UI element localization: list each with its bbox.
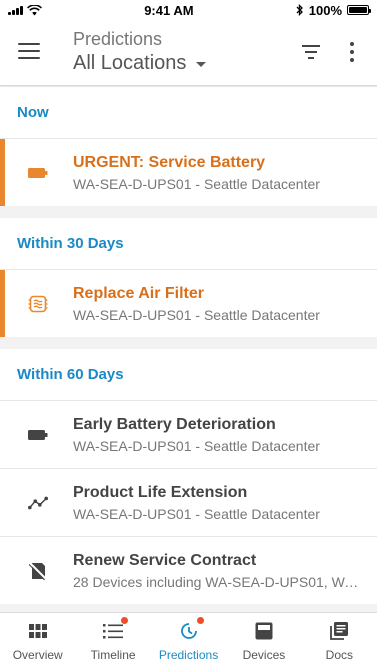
app-bar: Predictions All Locations bbox=[0, 20, 377, 86]
item-subtitle: WA-SEA-D-UPS01 - Seattle Datacenter bbox=[73, 307, 320, 323]
item-subtitle: 28 Devices including WA-SEA-D-UPS01, WA.… bbox=[73, 574, 365, 590]
tab-devices[interactable]: Devices bbox=[226, 613, 301, 669]
item-title: Renew Service Contract bbox=[73, 552, 257, 569]
section-title: Within 30 Days bbox=[17, 235, 124, 252]
bottom-tab-bar: Overview Timeline Predictions Devices Do… bbox=[0, 612, 377, 669]
list-item[interactable]: Product Life Extension WA-SEA-D-UPS01 - … bbox=[0, 468, 377, 536]
trend-line-icon bbox=[28, 493, 48, 513]
tab-label: Docs bbox=[325, 648, 353, 662]
battery-percent: 100% bbox=[308, 2, 342, 18]
item-title: Product Life Extension bbox=[73, 484, 248, 501]
page-title: Predictions bbox=[73, 29, 163, 49]
timeline-list-icon bbox=[102, 617, 129, 642]
predictions-clock-icon bbox=[178, 617, 204, 642]
battery-icon bbox=[28, 163, 48, 183]
status-right: 100% bbox=[296, 2, 371, 18]
status-time: 9:41 AM bbox=[144, 2, 194, 18]
bluetooth-icon bbox=[296, 4, 303, 16]
section-title: Now bbox=[17, 104, 49, 121]
section-gap bbox=[0, 337, 377, 349]
tab-label: Overview bbox=[12, 648, 63, 662]
tab-overview[interactable]: Overview bbox=[0, 613, 75, 669]
contract-off-icon bbox=[28, 561, 48, 581]
tab-timeline[interactable]: Timeline bbox=[75, 613, 150, 669]
section-gap bbox=[0, 206, 377, 218]
predictions-list[interactable]: Now URGENT: Service Battery WA-SEA-D-UPS… bbox=[0, 87, 377, 612]
section-now: Now URGENT: Service Battery WA-SEA-D-UPS… bbox=[0, 87, 377, 206]
item-subtitle: WA-SEA-D-UPS01 - Seattle Datacenter bbox=[73, 176, 320, 192]
signal-icon bbox=[8, 5, 23, 15]
grid-icon bbox=[27, 620, 49, 642]
battery-icon bbox=[28, 425, 48, 445]
location-label: All Locations bbox=[73, 52, 187, 74]
section-within-60-days: Within 60 Days Early Battery Deteriorati… bbox=[0, 349, 377, 604]
item-subtitle: WA-SEA-D-UPS01 - Seattle Datacenter bbox=[73, 438, 320, 454]
filter-icon[interactable] bbox=[301, 45, 321, 59]
list-item[interactable]: Replace Air Filter WA-SEA-D-UPS01 - Seat… bbox=[0, 269, 377, 337]
notification-badge bbox=[121, 617, 129, 624]
notification-badge bbox=[196, 617, 204, 624]
device-icon bbox=[253, 620, 275, 642]
item-subtitle: WA-SEA-D-UPS01 - Seattle Datacenter bbox=[73, 506, 320, 522]
tab-docs[interactable]: Docs bbox=[302, 613, 377, 669]
title-block: Predictions All Locations bbox=[73, 28, 207, 76]
urgency-accent bbox=[0, 139, 5, 206]
tab-label: Predictions bbox=[158, 648, 219, 662]
list-item[interactable]: Renew Service Contract 28 Devices includ… bbox=[0, 536, 377, 604]
urgency-accent bbox=[0, 270, 5, 337]
chevron-down-icon bbox=[196, 62, 207, 67]
location-dropdown[interactable]: All Locations bbox=[73, 50, 207, 76]
menu-icon[interactable] bbox=[18, 43, 40, 59]
status-bar: 9:41 AM 100% bbox=[0, 0, 377, 20]
section-title: Within 60 Days bbox=[17, 366, 124, 383]
docs-icon bbox=[328, 620, 350, 642]
list-item[interactable]: URGENT: Service Battery WA-SEA-D-UPS01 -… bbox=[0, 138, 377, 206]
item-title: Early Battery Deterioration bbox=[73, 416, 276, 433]
wifi-icon bbox=[27, 4, 42, 15]
tab-label: Timeline bbox=[90, 648, 136, 662]
battery-icon bbox=[347, 5, 371, 15]
list-item[interactable]: Early Battery Deterioration WA-SEA-D-UPS… bbox=[0, 400, 377, 468]
more-vertical-icon[interactable] bbox=[346, 42, 358, 62]
section-within-30-days: Within 30 Days Replace Air Filter WA-SEA… bbox=[0, 218, 377, 337]
status-left bbox=[8, 4, 42, 16]
tab-predictions[interactable]: Predictions bbox=[151, 613, 226, 669]
air-filter-icon bbox=[28, 294, 48, 314]
item-title: Replace Air Filter bbox=[73, 285, 205, 302]
tab-label: Devices bbox=[242, 648, 286, 662]
item-title: URGENT: Service Battery bbox=[73, 154, 266, 171]
